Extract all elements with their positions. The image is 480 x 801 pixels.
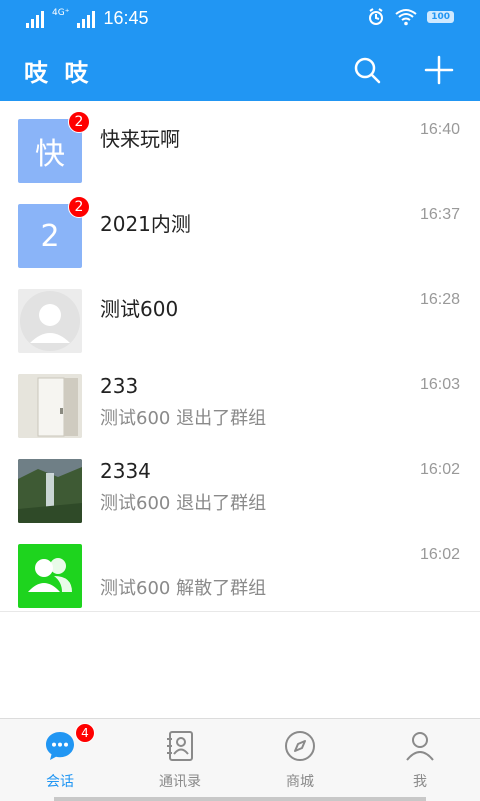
group-icon [28,558,72,592]
tab-contacts[interactable]: 通讯录 [135,729,225,791]
tab-mall[interactable]: 商城 [255,729,345,791]
status-left: 4G⁺ 16:45 [26,8,149,29]
contacts-icon [167,731,193,761]
status-right: 100 [367,8,454,26]
chat-subtitle: 测试600 解散了群组 [100,578,267,599]
unread-badge: 2 [68,111,90,133]
avatar [18,544,82,608]
waterfall-photo-icon [18,459,82,523]
search-icon[interactable] [352,55,382,85]
tab-label: 商城 [286,774,314,790]
chat-item[interactable]: 2334 测试600 退出了群组 16:02 [0,441,480,527]
status-time: 16:45 [103,8,149,28]
home-indicator [54,797,426,801]
app-header: 吱 吱 [0,37,480,101]
chat-time: 16:02 [419,461,460,478]
network-type: 4G⁺ [52,7,70,18]
chats-unread-badge: 4 [75,723,95,743]
chat-item[interactable]: 233 测试600 退出了群组 16:03 [0,356,480,442]
signal-icon [26,10,44,28]
chat-time: 16:37 [419,206,460,223]
chat-item[interactable]: 测试600 解散了群组 16:02 [0,526,480,612]
avatar [18,459,82,523]
status-bar: 4G⁺ 16:45 100 [0,0,480,37]
tab-me[interactable]: 我 [375,729,465,791]
chat-icon [46,732,74,760]
avatar [18,289,82,353]
chat-name: 233 [100,374,139,398]
chat-item[interactable]: 测试600 16:28 [0,271,480,357]
profile-icon [406,732,434,761]
default-user-avatar-icon [20,291,80,351]
tab-label: 通讯录 [159,774,201,790]
signal-icon-2 [77,10,96,28]
plus-icon[interactable] [424,55,454,85]
wifi-icon [395,9,417,26]
chat-time: 16:02 [419,546,460,563]
unread-badge: 2 [68,196,90,218]
bottom-tab-bar: 4 会话 通讯录 商城 我 [0,718,480,801]
avatar [18,374,82,438]
chat-subtitle: 测试600 退出了群组 [100,408,267,429]
chat-item[interactable]: 快 2 快来玩啊 16:40 [0,101,480,187]
chat-time: 16:03 [419,376,460,393]
tab-chats[interactable]: 4 会话 [15,723,105,791]
chat-name: 测试600 [100,297,179,321]
chat-name: 2021内测 [100,212,191,236]
battery-indicator: 100 [427,11,454,23]
chat-item[interactable]: 2 2 2021内测 16:37 [0,186,480,272]
chat-subtitle: 测试600 退出了群组 [100,493,267,514]
compass-icon [285,731,315,761]
chat-name: 快来玩啊 [100,127,180,151]
alarm-icon [369,8,384,25]
app-title: 吱 吱 [24,59,93,87]
chat-name: 2334 [100,459,151,483]
door-photo-icon [18,374,82,438]
chat-time: 16:40 [419,121,460,138]
tab-label: 会话 [46,774,74,790]
chat-time: 16:28 [419,291,460,308]
tab-label: 我 [413,774,427,790]
